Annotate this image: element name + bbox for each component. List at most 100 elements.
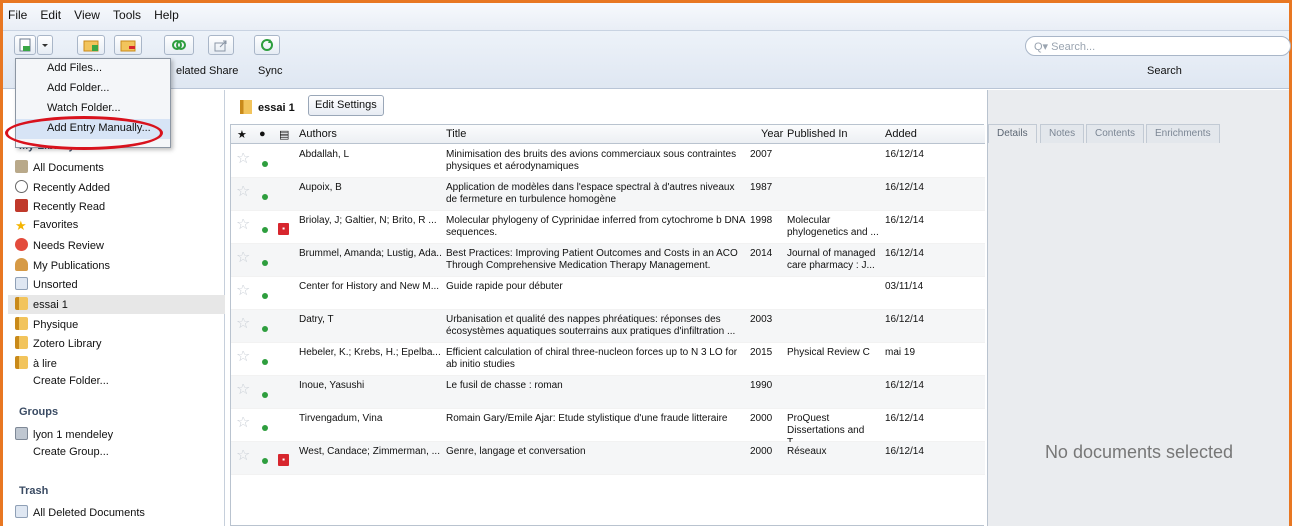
column-header-published-in[interactable]: Published In bbox=[787, 128, 848, 140]
star-icon: ★ bbox=[15, 218, 27, 233]
sidebar-item-favorites[interactable]: ★ Favorites bbox=[15, 217, 225, 236]
favorite-star-icon[interactable]: ☆ bbox=[236, 186, 250, 198]
file-column-icon[interactable]: ▤ bbox=[279, 128, 289, 141]
sidebar-item-my-publications[interactable]: My Publications bbox=[15, 256, 225, 275]
sidebar-item-all-documents[interactable]: All Documents bbox=[15, 158, 225, 177]
sidebar-item-needs-review[interactable]: Needs Review bbox=[15, 236, 225, 255]
related-label: elated bbox=[176, 65, 206, 77]
column-header-title[interactable]: Title bbox=[446, 128, 466, 140]
group-icon bbox=[15, 427, 28, 440]
add-file-button[interactable] bbox=[14, 35, 36, 55]
sidebar-item-a-lire[interactable]: à lire bbox=[15, 354, 225, 373]
clock-icon bbox=[15, 180, 28, 193]
menu-view[interactable]: View bbox=[69, 8, 105, 22]
document-list-pane: essai 1 Edit Settings ★ ● ▤ Authors Titl… bbox=[230, 90, 986, 526]
sidebar: My Library All Documents Recently Added … bbox=[3, 90, 225, 526]
table-row[interactable]: ☆ Hebeler, K.; Krebs, H.; Epelba... Effici… bbox=[231, 343, 985, 376]
documents-icon bbox=[15, 160, 28, 173]
menu-tools[interactable]: Tools bbox=[108, 8, 146, 22]
menu-file[interactable]: File bbox=[3, 8, 32, 22]
add-dropdown-button[interactable] bbox=[37, 35, 53, 55]
column-header-added[interactable]: Added bbox=[885, 128, 917, 140]
folder-icon bbox=[15, 317, 28, 330]
row-authors: Brummel, Amanda; Lustig, Ada... bbox=[299, 248, 441, 259]
related-icon bbox=[172, 40, 186, 50]
edit-settings-button[interactable]: Edit Settings bbox=[308, 95, 384, 116]
tab-enrichments[interactable]: Enrichments bbox=[1146, 124, 1220, 143]
favorite-star-icon[interactable]: ☆ bbox=[236, 450, 250, 462]
read-status-column-icon[interactable]: ● bbox=[259, 128, 266, 140]
toolbar: elated Share Sync Q▾ Search... Search bbox=[3, 31, 1291, 89]
folder-icon bbox=[240, 100, 252, 114]
folder-icon bbox=[15, 297, 28, 310]
favorite-star-icon[interactable]: ☆ bbox=[236, 219, 250, 231]
tab-details[interactable]: Details bbox=[988, 124, 1037, 143]
favorite-column-icon[interactable]: ★ bbox=[237, 128, 247, 141]
sidebar-item-lyon-1-mendeley[interactable]: lyon 1 mendeley bbox=[15, 425, 225, 444]
row-added: 16/12/14 bbox=[885, 149, 924, 160]
table-row[interactable]: ☆ Inoue, Yasushi Le fusil de chasse : roma… bbox=[231, 376, 985, 409]
sync-button[interactable] bbox=[254, 35, 280, 55]
unread-dot-icon bbox=[262, 194, 268, 200]
document-table: ★ ● ▤ Authors Title Year Published In Ad… bbox=[230, 124, 985, 526]
table-row[interactable]: ☆ ▪ Briolay, J; Galtier, N; Brito, R ... Mo… bbox=[231, 211, 985, 244]
menu-item-add-folder[interactable]: Add Folder... bbox=[16, 79, 170, 99]
sidebar-item-physique[interactable]: Physique bbox=[15, 315, 225, 334]
sidebar-item-label: My Publications bbox=[33, 260, 111, 272]
favorite-star-icon[interactable]: ☆ bbox=[236, 318, 250, 330]
table-row[interactable]: ☆ Abdallah, L Minimisation des bruits des … bbox=[231, 145, 985, 178]
row-added: 16/12/14 bbox=[885, 215, 924, 226]
tab-notes[interactable]: Notes bbox=[1040, 124, 1085, 143]
search-input[interactable]: Q▾ Search... bbox=[1025, 36, 1291, 56]
table-row[interactable]: ☆ Brummel, Amanda; Lustig, Ada... Best Pra… bbox=[231, 244, 985, 277]
table-header: ★ ● ▤ Authors Title Year Published In Ad… bbox=[231, 125, 985, 144]
share-label: Share bbox=[209, 65, 239, 77]
favorite-star-icon[interactable]: ☆ bbox=[236, 417, 250, 429]
unread-dot-icon bbox=[262, 392, 268, 398]
table-row[interactable]: ☆ Aupoix, B Application de modèles dans l'… bbox=[231, 178, 985, 211]
row-added: 16/12/14 bbox=[885, 182, 924, 193]
sidebar-item-unsorted[interactable]: Unsorted bbox=[15, 275, 225, 294]
sidebar-item-essai-1[interactable]: essai 1 bbox=[8, 295, 225, 314]
menu-help[interactable]: Help bbox=[149, 8, 184, 22]
row-added: 16/12/14 bbox=[885, 314, 924, 325]
column-header-year[interactable]: Year bbox=[761, 128, 783, 140]
menu-item-add-files[interactable]: Add Files... bbox=[16, 59, 170, 79]
sidebar-item-all-deleted-documents[interactable]: All Deleted Documents bbox=[15, 503, 225, 522]
table-row[interactable]: ☆ ▪ West, Candace; Zimmerman, ... Genre, la… bbox=[231, 442, 985, 475]
row-title: Romain Gary/Emile Ajar: Etude stylistiqu… bbox=[446, 413, 728, 424]
sidebar-item-recently-added[interactable]: Recently Added bbox=[15, 178, 225, 197]
tab-contents[interactable]: Contents bbox=[1086, 124, 1145, 143]
sidebar-item-label: All Documents bbox=[33, 162, 104, 174]
row-year: 1990 bbox=[750, 380, 773, 391]
book-icon bbox=[15, 199, 28, 212]
person-icon bbox=[15, 258, 28, 271]
remove-folder-button[interactable] bbox=[114, 35, 142, 55]
row-published-in: Molecular phylogenetics and ... bbox=[787, 215, 879, 238]
share-button[interactable] bbox=[208, 35, 234, 55]
create-group-button[interactable]: Create Group... bbox=[15, 444, 225, 463]
favorite-star-icon[interactable]: ☆ bbox=[236, 384, 250, 396]
menu-edit[interactable]: Edit bbox=[35, 8, 66, 22]
row-added: 16/12/14 bbox=[885, 248, 924, 259]
sidebar-item-label: essai 1 bbox=[33, 299, 68, 311]
table-row[interactable]: ☆ Datry, T Urbanisation et qualité des nap… bbox=[231, 310, 985, 343]
unread-dot-icon bbox=[262, 293, 268, 299]
favorite-star-icon[interactable]: ☆ bbox=[236, 153, 250, 165]
sidebar-item-zotero-library[interactable]: Zotero Library bbox=[15, 334, 225, 353]
review-icon bbox=[15, 238, 28, 251]
sidebar-item-recently-read[interactable]: Recently Read bbox=[15, 197, 225, 216]
table-row[interactable]: ☆ Tirvengadum, Vina Romain Gary/Emile Ajar… bbox=[231, 409, 985, 448]
favorite-star-icon[interactable]: ☆ bbox=[236, 252, 250, 264]
pdf-file-icon[interactable]: ▪ bbox=[278, 454, 289, 466]
add-folder-button[interactable] bbox=[77, 35, 105, 55]
row-published-in: Physical Review C bbox=[787, 347, 870, 358]
create-folder-button[interactable]: Create Folder... bbox=[15, 373, 225, 392]
favorite-star-icon[interactable]: ☆ bbox=[236, 285, 250, 297]
row-title: Genre, langage et conversation bbox=[446, 446, 586, 457]
table-row[interactable]: ☆ Center for History and New M... Guide ra… bbox=[231, 277, 985, 310]
pdf-file-icon[interactable]: ▪ bbox=[278, 223, 289, 235]
column-header-authors[interactable]: Authors bbox=[299, 128, 337, 140]
related-button[interactable] bbox=[164, 35, 194, 55]
favorite-star-icon[interactable]: ☆ bbox=[236, 351, 250, 363]
